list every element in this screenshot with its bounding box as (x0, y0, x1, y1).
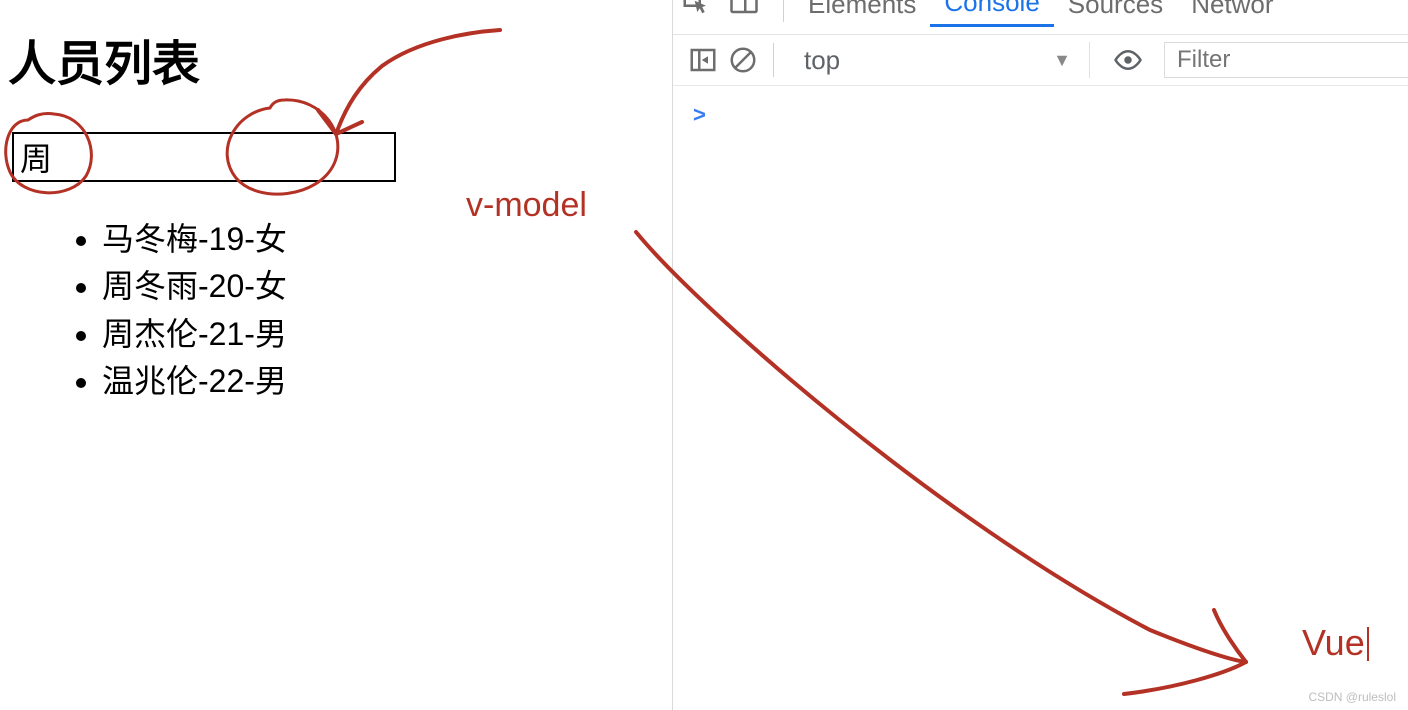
tab-console[interactable]: Console (930, 0, 1053, 27)
annotation-vue-text: Vue (1302, 622, 1369, 664)
console-toolbar: top ▼ (673, 34, 1408, 86)
context-label: top (804, 45, 840, 76)
chevron-down-icon: ▼ (1053, 50, 1071, 71)
console-filter-input[interactable] (1177, 46, 1397, 74)
annotation-vmodel-text: v-model (466, 186, 587, 225)
console-body[interactable]: > (673, 88, 1408, 710)
tab-network[interactable]: Networ (1177, 0, 1287, 26)
list-item: 周冬雨-20-女 (102, 263, 287, 310)
filter-input[interactable] (14, 134, 394, 180)
clear-console-icon[interactable] (723, 40, 763, 80)
inspect-element-icon[interactable] (681, 0, 711, 24)
page-title: 人员列表 (8, 24, 200, 94)
live-expression-icon[interactable] (1108, 40, 1148, 80)
devtools-tab-bar: Elements Console Sources Networ (673, 0, 1408, 30)
filter-input-wrapper (12, 132, 396, 182)
list-item: 温兆伦-22-男 (102, 358, 287, 405)
toggle-device-icon[interactable] (729, 0, 759, 24)
list-item: 周杰伦-21-男 (102, 311, 287, 358)
tab-sources[interactable]: Sources (1054, 0, 1177, 26)
person-list: 马冬梅-19-女 周冬雨-20-女 周杰伦-21-男 温兆伦-22-男 (62, 216, 287, 405)
console-prompt-icon: > (693, 102, 706, 128)
devtools-panel: Elements Console Sources Networ top ▼ > (672, 0, 1408, 710)
list-item: 马冬梅-19-女 (102, 216, 287, 263)
console-filter-field[interactable] (1164, 42, 1408, 78)
tab-elements[interactable]: Elements (794, 0, 930, 26)
rendered-page: 人员列表 马冬梅-19-女 周冬雨-20-女 周杰伦-21-男 温兆伦-22-男 (0, 0, 670, 710)
watermark: CSDN @ruleslol (1308, 690, 1396, 704)
execution-context-select[interactable]: top ▼ (790, 42, 1090, 78)
separator (783, 0, 784, 22)
separator (773, 43, 774, 77)
toggle-sidebar-icon[interactable] (683, 40, 723, 80)
